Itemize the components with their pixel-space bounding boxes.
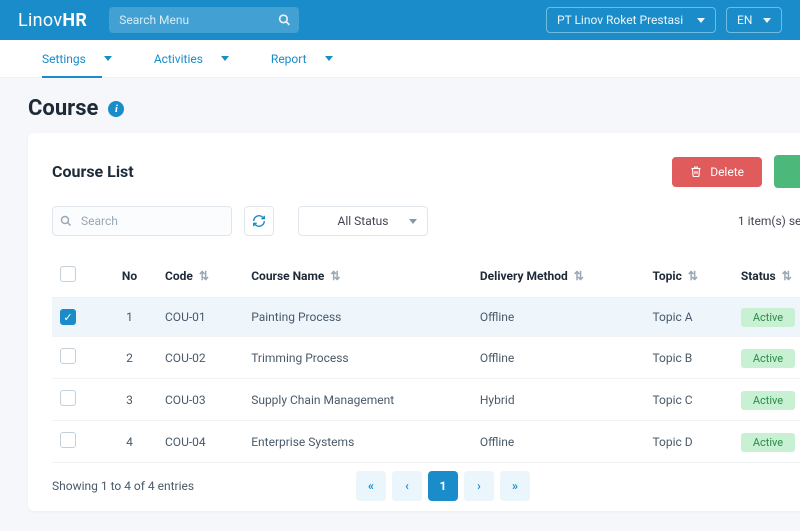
course-table: No Code⇅ Course Name⇅ Delivery Method⇅ T… — [52, 254, 800, 463]
cell-topic: Topic A — [644, 298, 732, 337]
tab-label: Activities — [154, 52, 203, 66]
logo-thin: Linov — [18, 10, 62, 31]
tab-label: Report — [271, 52, 307, 66]
table-row[interactable]: 2COU-02Trimming ProcessOfflineTopic B Act… — [52, 337, 800, 379]
cell-code: COU-03 — [157, 379, 243, 421]
language-label: EN — [737, 13, 752, 27]
sort-icon[interactable]: ⇅ — [782, 269, 792, 283]
cell-no: 1 — [102, 298, 157, 337]
row-checkbox[interactable] — [60, 390, 76, 406]
search-menu[interactable] — [109, 7, 299, 33]
cell-name: Enterprise Systems — [243, 421, 472, 463]
table-row[interactable]: 3COU-03Supply Chain ManagementHybridTopi… — [52, 379, 800, 421]
status-badge: Active — [741, 433, 795, 452]
refresh-icon — [252, 214, 266, 228]
chevron-down-icon — [697, 18, 705, 23]
page-last[interactable]: » — [500, 471, 530, 501]
col-delivery: Delivery Method⇅ — [472, 254, 645, 298]
cell-delivery: Offline — [472, 298, 645, 337]
table-row[interactable]: ✓ 1COU-01Painting ProcessOfflineTopic A Ac… — [52, 298, 800, 337]
cell-name: Supply Chain Management — [243, 379, 472, 421]
card-title: Course List — [52, 162, 134, 181]
trash-icon — [690, 165, 702, 178]
info-icon[interactable]: i — [108, 101, 124, 117]
delete-button[interactable]: Delete — [672, 157, 762, 187]
cell-no: 2 — [102, 337, 157, 379]
filters-row: All Status 1 item(s) selected — [52, 206, 800, 236]
chevron-down-icon — [221, 56, 229, 61]
cell-topic: Topic C — [644, 379, 732, 421]
items-selected-count: 1 item(s) selected — [738, 214, 800, 228]
page-title-row: Course i — [0, 78, 800, 133]
row-checkbox[interactable] — [60, 432, 76, 448]
language-select[interactable]: EN — [726, 7, 782, 33]
cell-code: COU-01 — [157, 298, 243, 337]
add-button[interactable] — [774, 155, 800, 188]
page-next[interactable]: › — [464, 471, 494, 501]
sort-icon[interactable]: ⇅ — [574, 269, 584, 283]
status-filter[interactable]: All Status — [298, 206, 428, 236]
col-course-name: Course Name⇅ — [243, 254, 472, 298]
topbar: LinovHR PT Linov Roket Prestasi EN — [0, 0, 800, 40]
pagination: « ‹ 1 › » — [356, 471, 530, 501]
cell-code: COU-04 — [157, 421, 243, 463]
cell-topic: Topic B — [644, 337, 732, 379]
cell-name: Trimming Process — [243, 337, 472, 379]
card-header: Course List Delete — [52, 155, 800, 188]
course-list-card: Course List Delete All Status 1 item(s) … — [28, 133, 800, 511]
cell-delivery: Offline — [472, 337, 645, 379]
cell-no: 4 — [102, 421, 157, 463]
select-all-checkbox[interactable] — [60, 266, 76, 282]
cell-name: Painting Process — [243, 298, 472, 337]
col-topic: Topic⇅ — [644, 254, 732, 298]
page-number[interactable]: 1 — [428, 471, 458, 501]
col-no: No — [102, 254, 157, 298]
tab-report[interactable]: Report — [271, 40, 333, 77]
sort-icon[interactable]: ⇅ — [330, 269, 340, 283]
status-badge: Active — [741, 391, 795, 410]
row-checkbox[interactable]: ✓ — [60, 309, 76, 325]
logo: LinovHR — [18, 10, 87, 31]
company-label: PT Linov Roket Prestasi — [557, 13, 683, 27]
table-row[interactable]: 4COU-04Enterprise SystemsOfflineTopic D A… — [52, 421, 800, 463]
sort-icon[interactable]: ⇅ — [688, 269, 698, 283]
tab-settings[interactable]: Settings — [42, 40, 112, 77]
refresh-button[interactable] — [244, 206, 274, 236]
table-footer: Showing 1 to 4 of 4 entries « ‹ 1 › » Sh… — [52, 479, 800, 493]
showing-text: Showing 1 to 4 of 4 entries — [52, 479, 194, 493]
status-filter-label: All Status — [338, 214, 389, 228]
col-code: Code⇅ — [157, 254, 243, 298]
row-checkbox[interactable] — [60, 348, 76, 364]
table-search[interactable] — [52, 206, 232, 236]
page-prev[interactable]: ‹ — [392, 471, 422, 501]
search-menu-input[interactable] — [109, 7, 299, 33]
chevron-down-icon — [104, 56, 112, 61]
delete-label: Delete — [710, 165, 744, 179]
page-title: Course — [28, 96, 98, 121]
tab-activities[interactable]: Activities — [154, 40, 229, 77]
company-select[interactable]: PT Linov Roket Prestasi — [546, 7, 716, 33]
chevron-down-icon — [409, 219, 417, 224]
status-badge: Active — [741, 349, 795, 368]
chevron-down-icon — [763, 18, 771, 23]
col-status: Status⇅ — [733, 254, 800, 298]
table-search-input[interactable] — [52, 206, 232, 236]
cell-delivery: Hybrid — [472, 379, 645, 421]
search-icon — [278, 14, 291, 27]
sort-icon[interactable]: ⇅ — [199, 269, 209, 283]
logo-bold: HR — [62, 10, 87, 31]
cell-delivery: Offline — [472, 421, 645, 463]
status-badge: Active — [741, 308, 795, 327]
cell-no: 3 — [102, 379, 157, 421]
page-first[interactable]: « — [356, 471, 386, 501]
tabbar: Settings Activities Report — [0, 40, 800, 78]
chevron-down-icon — [325, 56, 333, 61]
search-icon — [60, 215, 72, 227]
tab-label: Settings — [42, 52, 86, 66]
cell-code: COU-02 — [157, 337, 243, 379]
cell-topic: Topic D — [644, 421, 732, 463]
